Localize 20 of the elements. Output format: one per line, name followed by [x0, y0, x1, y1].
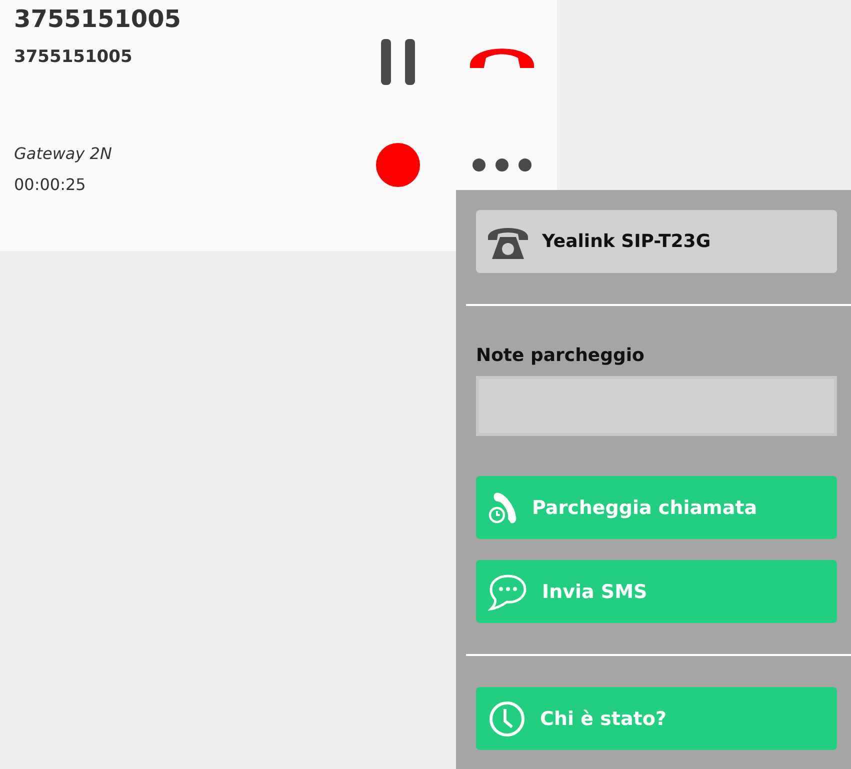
- caller-name: 3755151005: [14, 4, 182, 35]
- pause-icon: [380, 38, 416, 86]
- pause-button[interactable]: [380, 38, 416, 86]
- line-name: Gateway 2N: [14, 144, 113, 163]
- device-button[interactable]: Yealink SIP-T23G: [476, 210, 837, 273]
- call-duration: 00:00:25: [14, 175, 87, 194]
- more-icon: [471, 157, 533, 173]
- hang-up-button[interactable]: [470, 48, 534, 68]
- action-button[interactable]: Invia SMS: [476, 560, 837, 623]
- field-label: Note parcheggio: [476, 344, 646, 368]
- note-field[interactable]: [476, 376, 837, 436]
- phone-clock-icon: [488, 490, 518, 524]
- action-button[interactable]: Chi è stato?: [476, 687, 837, 750]
- more-button[interactable]: [471, 157, 533, 173]
- action-button[interactable]: Parcheggia chiamata: [476, 476, 837, 539]
- record-button[interactable]: [375, 142, 421, 188]
- clock-icon: [488, 700, 526, 738]
- record-icon: [375, 142, 421, 188]
- hang-up-icon: [470, 48, 534, 68]
- caller-number: 3755151005: [14, 47, 134, 67]
